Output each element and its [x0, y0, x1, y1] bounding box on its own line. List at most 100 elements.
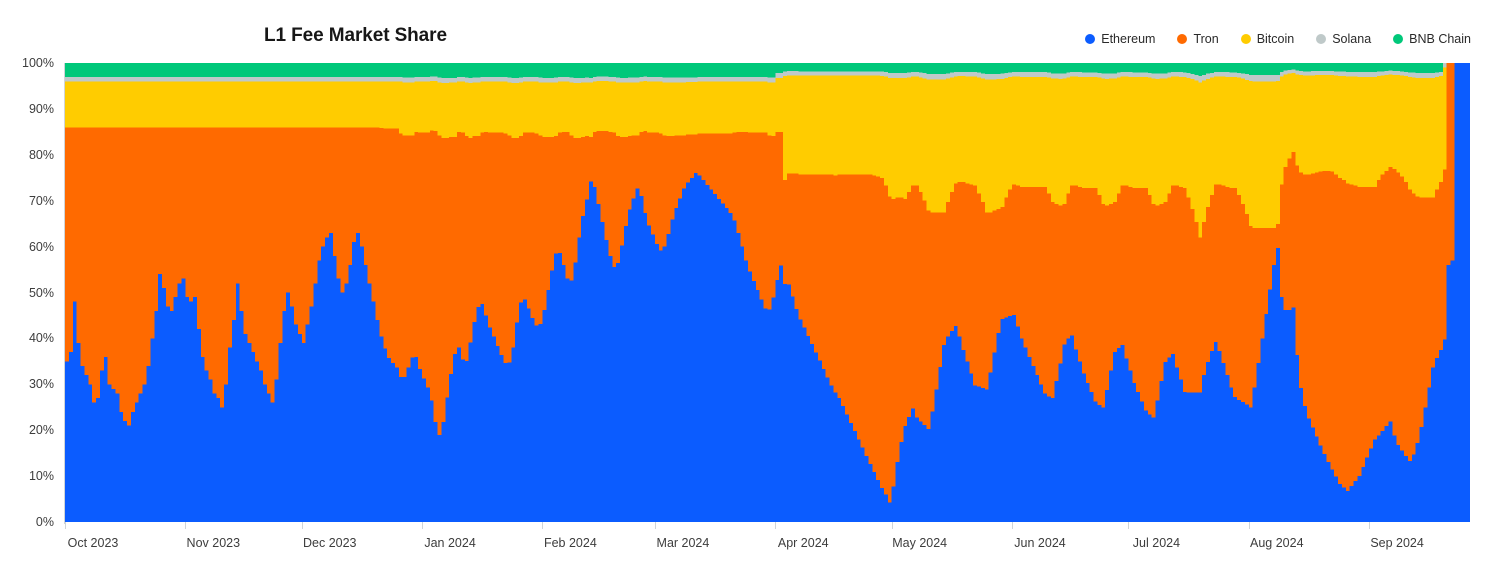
bar-segment-solana[interactable] — [1334, 71, 1339, 76]
bar-segment-solana[interactable] — [1167, 72, 1172, 78]
bar-segment-bnb[interactable] — [1143, 63, 1149, 73]
bar-segment-tron[interactable] — [1446, 63, 1451, 266]
bar-segment-bnb[interactable] — [891, 63, 896, 74]
bar-segment-bitcoin[interactable] — [1380, 75, 1385, 175]
bar-segment-ethereum[interactable] — [115, 393, 120, 522]
bar-segment-solana[interactable] — [1248, 75, 1254, 82]
bar-segment-bitcoin[interactable] — [1369, 76, 1374, 187]
bar-segment-tron[interactable] — [1112, 202, 1118, 352]
bar-segment-bnb[interactable] — [942, 63, 947, 75]
bar-segment-bitcoin[interactable] — [1081, 76, 1087, 189]
bar-segment-bitcoin[interactable] — [596, 81, 601, 132]
bar-segment-bitcoin[interactable] — [542, 82, 547, 138]
bar-segment-tron[interactable] — [612, 132, 617, 267]
bar-segment-solana[interactable] — [84, 76, 89, 82]
bar-segment-bnb[interactable] — [344, 63, 349, 77]
bar-segment-ethereum[interactable] — [678, 198, 683, 522]
bar-segment-bitcoin[interactable] — [1070, 76, 1075, 186]
bar-segment-bitcoin[interactable] — [1031, 76, 1036, 187]
bar-segment-bnb[interactable] — [1186, 63, 1191, 73]
bar-segment-ethereum[interactable] — [965, 361, 970, 522]
bar-segment-solana[interactable] — [1349, 72, 1354, 77]
bar-segment-bnb[interactable] — [872, 63, 877, 72]
bar-segment-ethereum[interactable] — [1128, 370, 1133, 522]
bar-segment-bitcoin[interactable] — [1221, 76, 1226, 186]
bar-segment-bnb[interactable] — [1194, 63, 1199, 75]
bar-segment-tron[interactable] — [1074, 185, 1079, 350]
bar-segment-bitcoin[interactable] — [1415, 77, 1420, 197]
bar-segment-solana[interactable] — [1089, 72, 1094, 77]
bar-segment-solana[interactable] — [414, 76, 419, 82]
bar-segment-bnb[interactable] — [208, 63, 213, 77]
bar-segment-bitcoin[interactable] — [810, 75, 815, 175]
bar-segment-tron[interactable] — [216, 127, 221, 399]
bar-segment-ethereum[interactable] — [1000, 319, 1005, 522]
bar-segment-bnb[interactable] — [1244, 63, 1250, 75]
bar-segment-ethereum[interactable] — [1229, 387, 1234, 522]
bar-segment-solana[interactable] — [200, 76, 206, 82]
bar-segment-ethereum[interactable] — [957, 336, 962, 522]
bar-segment-bitcoin[interactable] — [1252, 81, 1257, 229]
bar-segment-ethereum[interactable] — [379, 336, 384, 522]
bar-segment-solana[interactable] — [654, 76, 660, 82]
bar-segment-bnb[interactable] — [554, 63, 559, 78]
bar-segment-tron[interactable] — [375, 127, 380, 321]
bar-segment-bnb[interactable] — [1353, 63, 1358, 73]
bar-segment-tron[interactable] — [1004, 197, 1009, 318]
bar-segment-bitcoin[interactable] — [1163, 78, 1168, 203]
bar-segment-bnb[interactable] — [282, 63, 287, 77]
bar-segment-bnb[interactable] — [674, 63, 679, 78]
bar-segment-tron[interactable] — [1159, 203, 1164, 382]
bar-segment-tron[interactable] — [864, 174, 869, 456]
bar-segment-solana[interactable] — [682, 77, 687, 83]
bar-segment-solana[interactable] — [1229, 72, 1234, 77]
bar-segment-tron[interactable] — [76, 127, 81, 343]
bar-segment-tron[interactable] — [134, 127, 140, 403]
bar-segment-tron[interactable] — [728, 133, 733, 213]
bar-segment-solana[interactable] — [557, 76, 563, 82]
bar-segment-bnb[interactable] — [588, 63, 594, 78]
bar-segment-tron[interactable] — [356, 127, 361, 233]
bar-segment-ethereum[interactable] — [220, 407, 225, 522]
bar-segment-tron[interactable] — [763, 132, 768, 309]
bar-segment-bnb[interactable] — [1136, 63, 1141, 73]
bar-segment-bitcoin[interactable] — [391, 81, 396, 129]
bar-segment-ethereum[interactable] — [352, 242, 357, 522]
bar-segment-tron[interactable] — [662, 135, 667, 247]
bar-segment-bitcoin[interactable] — [685, 82, 691, 135]
bar-segment-tron[interactable] — [293, 127, 299, 325]
bar-segment-bnb[interactable] — [557, 63, 563, 77]
bar-segment-tron[interactable] — [561, 131, 567, 265]
bar-segment-bnb[interactable] — [651, 63, 656, 77]
bar-segment-tron[interactable] — [907, 192, 912, 417]
bar-segment-solana[interactable] — [670, 77, 675, 83]
bar-segment-tron[interactable] — [336, 127, 341, 279]
bar-segment-ethereum[interactable] — [713, 194, 718, 522]
bar-segment-tron[interactable] — [829, 174, 834, 386]
bar-segment-ethereum[interactable] — [654, 243, 660, 522]
bar-segment-solana[interactable] — [996, 73, 1001, 80]
bar-segment-solana[interactable] — [825, 71, 830, 76]
bar-segment-ethereum[interactable] — [247, 342, 252, 522]
bar-segment-tron[interactable] — [123, 127, 128, 422]
bar-segment-solana[interactable] — [658, 77, 664, 82]
bar-segment-solana[interactable] — [1244, 74, 1250, 80]
bar-segment-ethereum[interactable] — [1070, 335, 1075, 522]
bar-segment-tron[interactable] — [984, 212, 990, 390]
bar-segment-tron[interactable] — [103, 127, 109, 357]
bar-segment-bitcoin[interactable] — [1299, 75, 1304, 173]
bar-segment-ethereum[interactable] — [783, 283, 788, 522]
bar-segment-ethereum[interactable] — [1132, 382, 1137, 522]
bar-segment-ethereum[interactable] — [507, 362, 512, 522]
bar-segment-bnb[interactable] — [433, 63, 438, 77]
bar-segment-solana[interactable] — [697, 77, 702, 82]
bar-segment-tron[interactable] — [876, 176, 881, 480]
bar-segment-bitcoin[interactable] — [895, 77, 900, 198]
bar-segment-solana[interactable] — [554, 77, 559, 83]
bar-segment-ethereum[interactable] — [336, 278, 341, 522]
bar-segment-solana[interactable] — [821, 71, 827, 76]
bar-segment-bitcoin[interactable] — [290, 81, 295, 128]
bar-segment-ethereum[interactable] — [1023, 347, 1028, 522]
bar-segment-solana[interactable] — [1012, 72, 1017, 77]
bar-segment-tron[interactable] — [1295, 165, 1300, 356]
